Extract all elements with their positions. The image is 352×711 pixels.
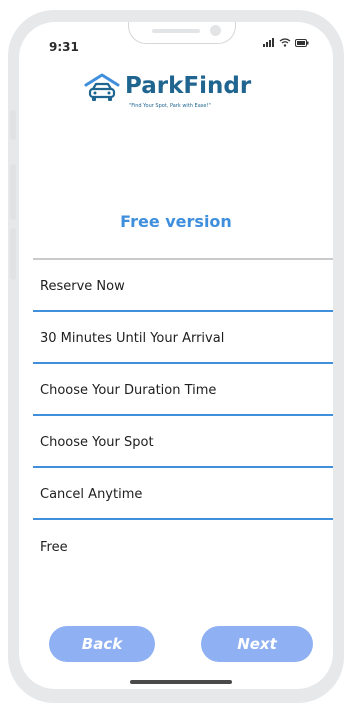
feature-item: Reserve Now <box>33 262 333 312</box>
volume-down-button <box>10 228 16 280</box>
feature-label: Free <box>40 539 68 555</box>
signal-icon <box>263 38 274 47</box>
feature-item: 30 Minutes Until Your Arrival <box>33 314 333 364</box>
feature-item: Cancel Anytime <box>33 470 333 520</box>
feature-label: Choose Your Spot <box>40 434 154 450</box>
status-icons <box>263 38 309 47</box>
notch <box>128 22 236 44</box>
feature-label: Cancel Anytime <box>40 486 143 502</box>
brand-tagline: "Find Your Spot, Park with Ease!" <box>129 103 211 109</box>
phone-screen: 9:31 ParkFindr "Find Your Spot, Park wit… <box>19 22 333 689</box>
mute-switch <box>10 110 16 140</box>
home-indicator[interactable] <box>130 680 232 684</box>
title-divider <box>33 258 333 260</box>
feature-item: Free <box>33 522 333 572</box>
volume-up-button <box>10 164 16 220</box>
next-button[interactable]: Next <box>201 626 313 662</box>
plan-title: Free version <box>120 212 232 231</box>
wifi-icon <box>279 38 291 47</box>
speaker-grille <box>152 29 200 33</box>
battery-icon <box>295 39 309 47</box>
feature-item: Choose Your Spot <box>33 418 333 468</box>
feature-item: Choose Your Duration Time <box>33 366 333 416</box>
car-logo-icon <box>84 73 120 101</box>
front-camera <box>210 25 221 36</box>
feature-label: 30 Minutes Until Your Arrival <box>40 330 225 346</box>
back-button[interactable]: Back <box>49 626 155 662</box>
feature-list: Reserve Now 30 Minutes Until Your Arriva… <box>33 262 333 574</box>
feature-label: Reserve Now <box>40 278 125 294</box>
brand-name: ParkFindr <box>125 73 252 99</box>
feature-label: Choose Your Duration Time <box>40 382 217 398</box>
app-logo: ParkFindr "Find Your Spot, Park with Eas… <box>83 70 283 124</box>
status-time: 9:31 <box>49 40 79 54</box>
